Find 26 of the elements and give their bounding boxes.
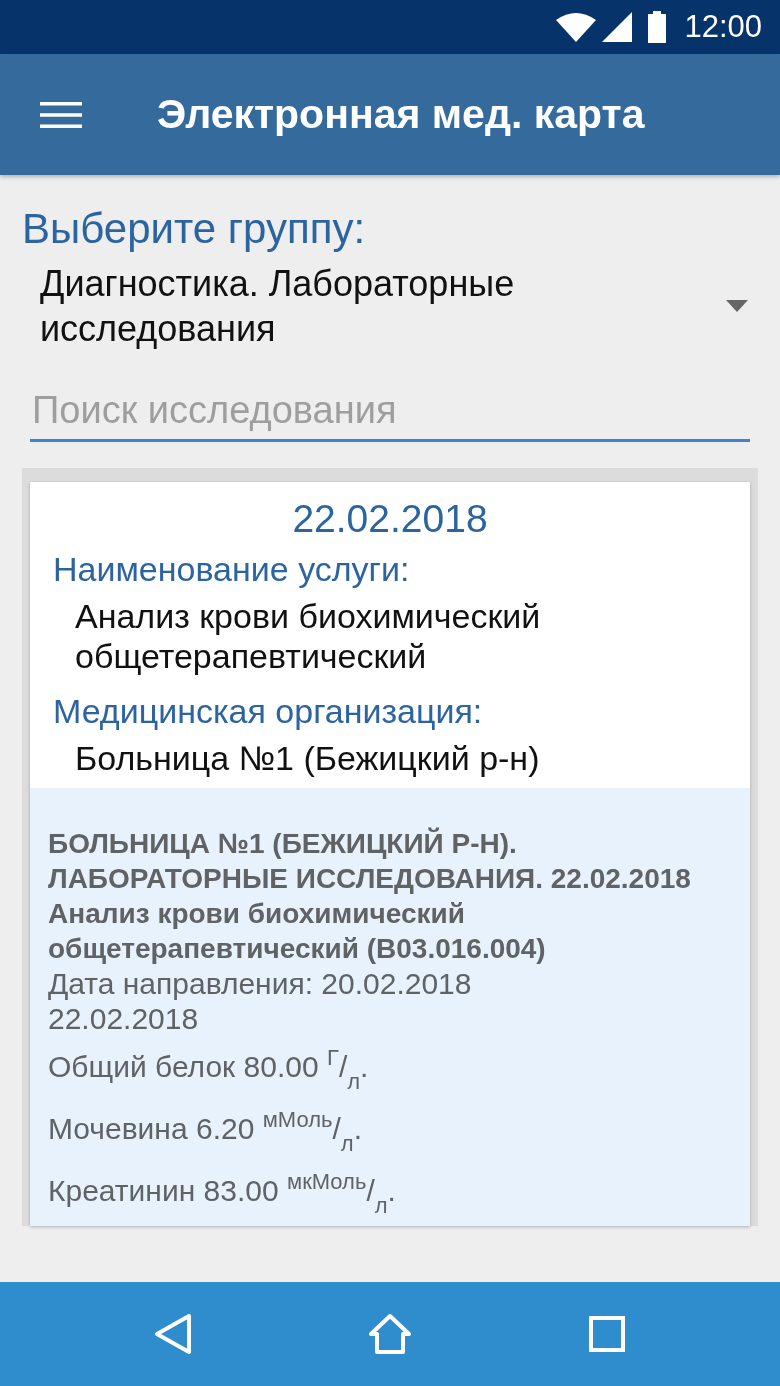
status-time: 12:00 — [684, 9, 762, 45]
group-dropdown[interactable]: Диагностика. Лабораторные исследования — [22, 261, 758, 351]
field-label: Медицинская организация: — [53, 692, 484, 730]
back-icon[interactable] — [153, 1313, 193, 1355]
square-icon[interactable] — [589, 1316, 625, 1352]
field-value: Анализ крови биохимический общетерапевтический — [74, 596, 542, 676]
menu-icon[interactable] — [40, 101, 82, 128]
cell-signal-icon — [602, 12, 633, 42]
service-name: Анализ крови биохимический общетерапевтический (В03.016.004) — [48, 897, 547, 966]
home-icon[interactable] — [368, 1313, 412, 1355]
record-date: 22.02.2018 — [291, 496, 489, 542]
details-header: БОЛЬНИЦА №1 (БЕЖИЦКИЙ Р-Н). ЛАБОРАТОРНЫЕ ИССЛЕДОВАНИЯ. 22.02.2018 — [48, 826, 692, 896]
result-line: Общий белок 80.00 $^{Г}$/$_{л}$. — [48, 1044, 370, 1096]
battery-icon — [648, 11, 667, 43]
group-label: Выберите группу: — [22, 205, 366, 253]
result-line: Креатинин 83.00 $^{мкМоль}$/$_{л}$. — [48, 1168, 397, 1220]
result-line: Мочевина 6.20 $^{мМоль}$/$_{л}$. — [48, 1106, 363, 1158]
dropdown-caret-icon — [726, 300, 748, 312]
record-card[interactable] — [30, 482, 750, 1226]
field-label: Наименование услуги: — [53, 550, 411, 588]
app-title: Электронная мед. карта — [157, 91, 645, 138]
result-date: 22.02.2018 — [48, 1001, 200, 1036]
referral-date: Дата направления: 20.02.2018 — [48, 966, 473, 1001]
field-value: Больница №1 (Бежицкий р-н) — [74, 738, 541, 778]
wifi-icon — [556, 12, 597, 42]
search-field[interactable]: Поиск исследования — [30, 387, 750, 442]
